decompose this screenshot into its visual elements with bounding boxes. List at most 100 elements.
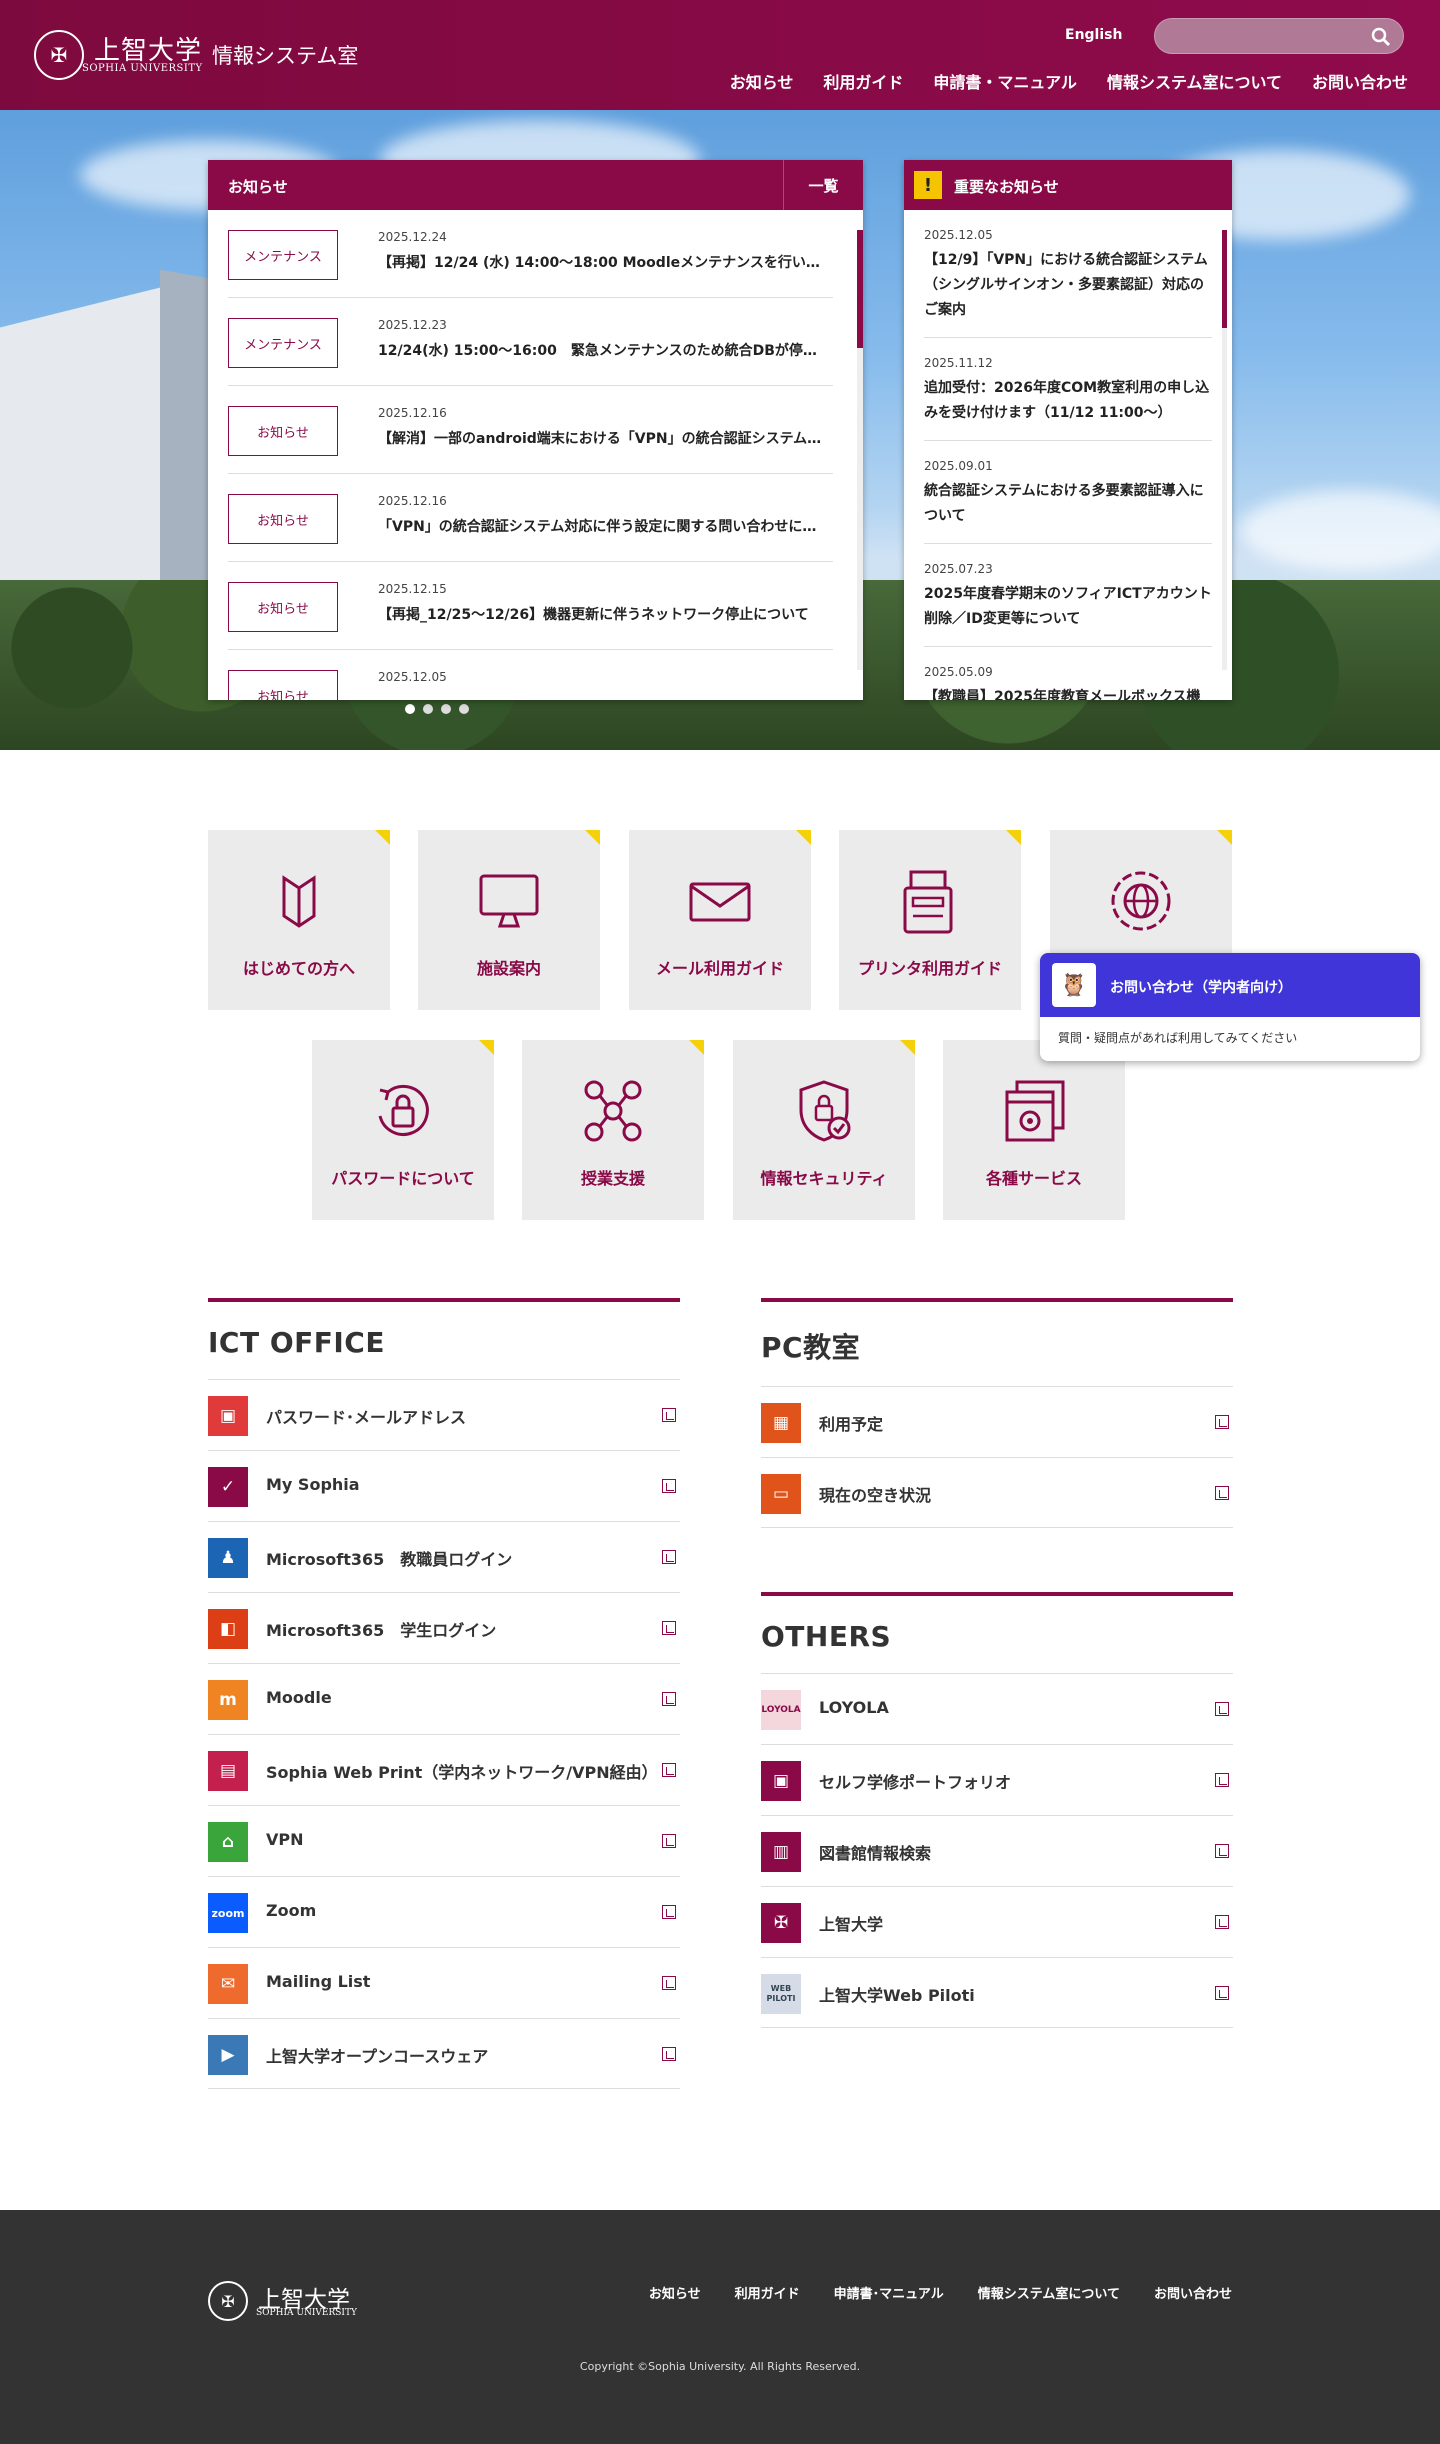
link-label: セルフ学修ポートフォリオ	[819, 1773, 1012, 1792]
logo-text-jp[interactable]: 上智大学	[94, 30, 202, 67]
news-item-title[interactable]: 【再掲】12/24 (水) 14:00〜18:00 Moodleメンテナンスを行…	[378, 252, 828, 272]
link-portfolio[interactable]: ▣ セルフ学修ポートフォリオ	[761, 1744, 1233, 1815]
logo-text-en[interactable]: SOPHIA UNIVERSITY	[82, 63, 203, 74]
link-label: 図書館情報検索	[819, 1844, 932, 1863]
site-title[interactable]: 情報システム室	[212, 40, 358, 70]
tile-corner	[479, 1040, 494, 1055]
footer-nav-news[interactable]: お知らせ	[649, 2283, 701, 2302]
important-item-title[interactable]: 2025年度春学期末のソフィアICTアカウント削除／ID変更等について	[924, 582, 1212, 632]
important-item[interactable]: 2025.11.12 追加受付：2026年度COM教室利用の申し込みを受け付けま…	[924, 338, 1212, 441]
slider-dot[interactable]	[441, 704, 451, 714]
link-m365-staff[interactable]: ♟ Microsoft365 教職員ログイン	[208, 1521, 680, 1592]
chat-header[interactable]: 🦉 お問い合わせ（学内者向け）	[1040, 953, 1420, 1017]
news-item[interactable]: メンテナンス 2025.12.23 12/24(水) 15:00〜16:00 緊…	[228, 298, 833, 386]
important-item-title[interactable]: 統合認証システムにおける多要素認証導入について	[924, 479, 1212, 529]
tile-security[interactable]: 情報セキュリティ	[733, 1040, 915, 1220]
people-icon: ♟	[208, 1538, 248, 1578]
footer-crest-icon[interactable]: ✠	[208, 2281, 248, 2321]
tile-corner	[900, 1040, 915, 1055]
footer-nav-forms[interactable]: 申請書･マニュアル	[834, 2283, 944, 2302]
link-availability[interactable]: ▭ 現在の空き状況	[761, 1457, 1233, 1528]
link-my-sophia[interactable]: ✓ My Sophia	[208, 1450, 680, 1521]
link-library[interactable]: ▥ 図書館情報検索	[761, 1815, 1233, 1886]
nav-about[interactable]: 情報システム室について	[1107, 69, 1282, 93]
loyola-icon: LOYOLA	[761, 1690, 801, 1730]
footer-nav-contact[interactable]: お問い合わせ	[1154, 2283, 1232, 2302]
news-item[interactable]: お知らせ 2025.12.05	[228, 650, 833, 700]
link-m365-student[interactable]: ◧ Microsoft365 学生ログイン	[208, 1592, 680, 1663]
news-item[interactable]: お知らせ 2025.12.16 「VPN」の統合認証システム対応に伴う設定に関す…	[228, 474, 833, 562]
link-sophia-university[interactable]: ✠ 上智大学	[761, 1886, 1233, 1957]
important-item[interactable]: 2025.07.23 2025年度春学期末のソフィアICTアカウント削除／ID変…	[924, 544, 1212, 647]
cloud	[1240, 490, 1440, 570]
footer-nav: お知らせ 利用ガイド 申請書･マニュアル 情報システム室について お問い合わせ	[649, 2283, 1232, 2302]
external-link-icon	[1215, 1486, 1229, 1500]
search-input[interactable]	[1171, 19, 1361, 53]
news-title: お知らせ	[228, 178, 288, 196]
tile-services[interactable]: 各種サービス	[943, 1040, 1125, 1220]
slider-dot[interactable]	[459, 704, 469, 714]
important-item-title[interactable]: 【教職員】2025年度教育メールボックス機能	[924, 685, 1212, 700]
others-section: OTHERS LOYOLA LOYOLA ▣ セルフ学修ポートフォリオ ▥ 図書館情報…	[761, 1592, 1233, 2028]
sophia-crest-icon: ✠	[761, 1903, 801, 1943]
news-item-title[interactable]: 【解消】一部のandroid端末における「VPN」の統合認証システム不具合につい…	[378, 428, 828, 448]
tile-label: 情報セキュリティ	[760, 1169, 888, 1188]
english-link[interactable]: English	[1065, 27, 1122, 43]
tile-corner	[1006, 830, 1021, 845]
link-loyola[interactable]: LOYOLA LOYOLA	[761, 1673, 1233, 1744]
news-list-link[interactable]: 一覧	[783, 160, 863, 210]
external-link-icon	[662, 1408, 676, 1422]
link-zoom[interactable]: zoom Zoom	[208, 1876, 680, 1947]
site-header: ✠ 上智大学 SOPHIA UNIVERSITY 情報システム室 English…	[0, 0, 1440, 110]
news-list[interactable]: メンテナンス 2025.12.24 【再掲】12/24 (水) 14:00〜18…	[228, 210, 833, 700]
external-link-icon	[1215, 1702, 1229, 1716]
link-moodle[interactable]: m Moodle	[208, 1663, 680, 1734]
nav-contact[interactable]: お問い合わせ	[1312, 69, 1408, 93]
news-item-title[interactable]: 【再掲_12/25〜12/26】機器更新に伴うネットワーク停止について	[378, 604, 828, 624]
footer-logo-en[interactable]: SOPHIA UNIVERSITY	[256, 2308, 357, 2318]
nav-news[interactable]: お知らせ	[730, 69, 794, 93]
tile-facilities[interactable]: 施設案内	[418, 830, 600, 1010]
search-icon[interactable]	[1369, 25, 1393, 49]
tile-class-support[interactable]: 授業支援	[522, 1040, 704, 1220]
lock-refresh-icon	[378, 1084, 429, 1136]
tile-password[interactable]: パスワードについて	[312, 1040, 494, 1220]
link-schedule[interactable]: ▦ 利用予定	[761, 1386, 1233, 1457]
news-item[interactable]: メンテナンス 2025.12.24 【再掲】12/24 (水) 14:00〜18…	[228, 210, 833, 298]
news-item[interactable]: お知らせ 2025.12.16 【解消】一部のandroid端末における「VPN…	[228, 386, 833, 474]
external-link-icon	[1215, 1844, 1229, 1858]
tile-printer-guide[interactable]: プリンタ利用ガイド	[839, 830, 1021, 1010]
important-item-title[interactable]: 追加受付：2026年度COM教室利用の申し込みを受け付けます（11/12 11:…	[924, 376, 1212, 426]
footer-nav-about[interactable]: 情報システム室について	[978, 2283, 1120, 2302]
nav-guide[interactable]: 利用ガイド	[823, 69, 903, 93]
news-item-title[interactable]: 「VPN」の統合認証システム対応に伴う設定に関する問い合わせについて	[378, 516, 828, 536]
slider-dot[interactable]	[423, 704, 433, 714]
news-item-title[interactable]: 12/24(水) 15:00〜16:00 緊急メンテナンスのため統合DBが停止し…	[378, 340, 828, 360]
tile-mail-guide[interactable]: メール利用ガイド	[629, 830, 811, 1010]
nav-forms[interactable]: 申請書・マニュアル	[933, 69, 1077, 93]
important-header: ! 重要なお知らせ	[904, 160, 1232, 210]
important-scroll-thumb[interactable]	[1222, 230, 1227, 328]
news-item[interactable]: お知らせ 2025.12.15 【再掲_12/25〜12/26】機器更新に伴うネ…	[228, 562, 833, 650]
link-mailing-list[interactable]: ✉ Mailing List	[208, 1947, 680, 2018]
news-scrollbar[interactable]	[857, 230, 863, 670]
important-scrollbar[interactable]	[1222, 230, 1227, 670]
important-item-title[interactable]: 【12/9】「VPN」における統合認証システム（シングルサインオン・多要素認証）…	[924, 248, 1212, 323]
footer-nav-guide[interactable]: 利用ガイド	[735, 2283, 800, 2302]
news-scroll-thumb[interactable]	[857, 230, 863, 348]
important-item[interactable]: 2025.09.01 統合認証システムにおける多要素認証導入について	[924, 441, 1212, 544]
important-item[interactable]: 2025.12.05 【12/9】「VPN」における統合認証システム（シングルサ…	[924, 210, 1212, 338]
link-label: Sophia Web Print（学内ネットワーク/VPN経由）	[266, 1763, 658, 1782]
link-password-mail[interactable]: ▣ パスワード･メールアドレス	[208, 1379, 680, 1450]
important-list[interactable]: 2025.12.05 【12/9】「VPN」における統合認証システム（シングルサ…	[924, 210, 1212, 700]
important-item[interactable]: 2025.05.09 【教職員】2025年度教育メールボックス機能	[924, 647, 1212, 700]
chat-widget[interactable]: 🦉 お問い合わせ（学内者向け） 質問・疑問点があれば利用してみてください	[1040, 953, 1420, 1061]
external-link-icon	[662, 1550, 676, 1564]
sophia-crest-icon[interactable]: ✠	[34, 30, 84, 80]
slider-dot[interactable]	[405, 704, 415, 714]
link-web-piloti[interactable]: WEB PILOTI 上智大学Web Piloti	[761, 1957, 1233, 2028]
tile-beginners[interactable]: はじめての方へ	[208, 830, 390, 1010]
link-vpn[interactable]: ⌂ VPN	[208, 1805, 680, 1876]
link-opencourseware[interactable]: ▶ 上智大学オープンコースウェア	[208, 2018, 680, 2089]
link-web-print[interactable]: ▤ Sophia Web Print（学内ネットワーク/VPN経由）	[208, 1734, 680, 1805]
